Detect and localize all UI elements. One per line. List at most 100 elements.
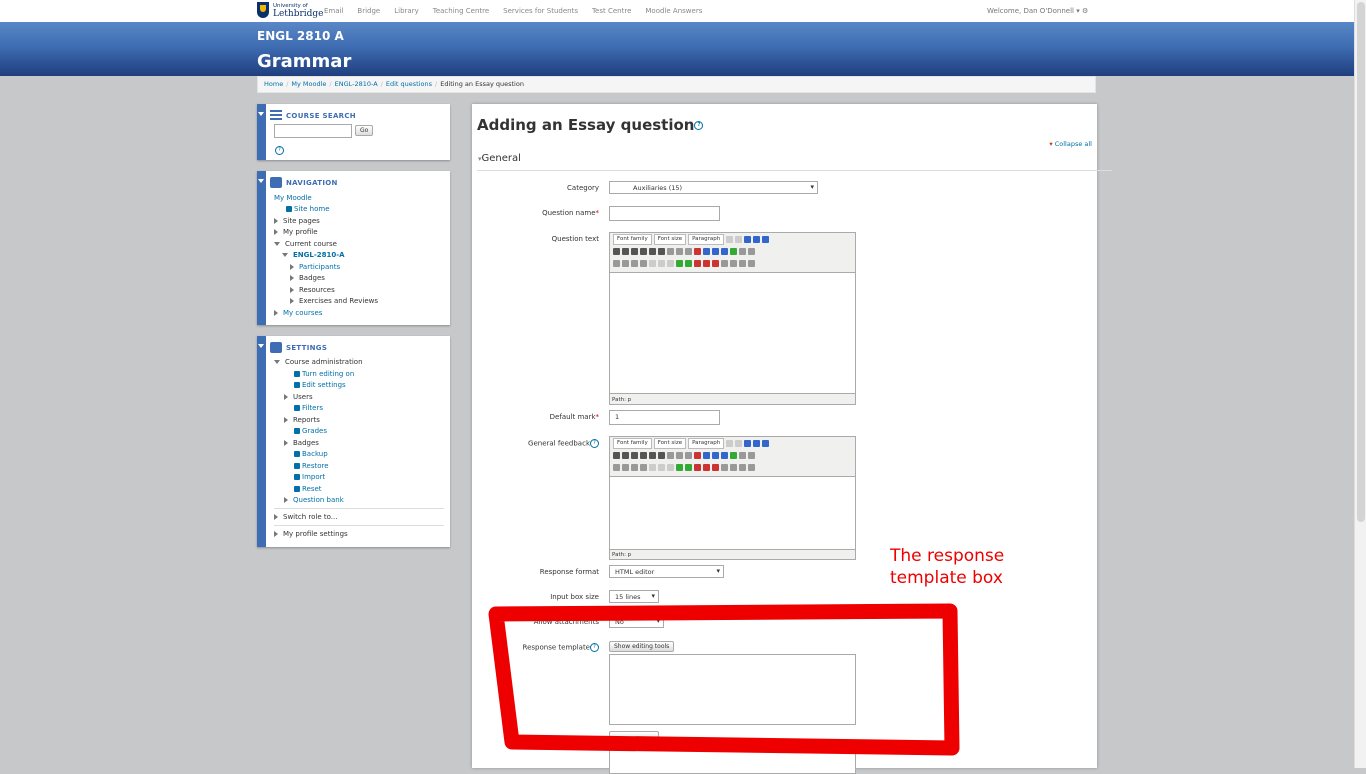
paste-text-icon[interactable]	[703, 451, 710, 459]
special-char-icon[interactable]	[721, 463, 728, 471]
redo-icon[interactable]	[735, 439, 743, 447]
emoticon-icon[interactable]	[685, 463, 692, 471]
settings-backup[interactable]: Backup	[294, 450, 328, 458]
response-template-textarea[interactable]	[609, 654, 856, 725]
nav-my-moodle[interactable]: My Moodle	[274, 194, 312, 202]
unlink-icon[interactable]	[658, 259, 665, 267]
settings-badges[interactable]: Badges	[284, 439, 319, 447]
anchor-icon[interactable]	[667, 259, 674, 267]
outdent-icon[interactable]	[631, 463, 638, 471]
nav-site-home[interactable]: Site home	[286, 205, 330, 213]
clear-format-icon[interactable]	[694, 451, 701, 459]
nav-badges[interactable]: Badges	[290, 274, 325, 282]
course-search-input[interactable]	[274, 124, 352, 138]
question-text-area[interactable]	[610, 272, 855, 394]
settings-import[interactable]: Import	[294, 473, 325, 481]
rtl-icon[interactable]	[748, 451, 755, 459]
bullet-list-icon[interactable]	[613, 463, 620, 471]
undo-icon[interactable]	[726, 235, 734, 243]
nav-library[interactable]: Library	[394, 7, 418, 15]
fullscreen-icon[interactable]	[762, 439, 770, 447]
nav-resources[interactable]: Resources	[290, 286, 335, 294]
textarea-below[interactable]	[609, 744, 856, 774]
help-icon[interactable]: ?	[275, 146, 284, 155]
spellcheck-icon[interactable]	[739, 259, 746, 267]
breadcrumb-course[interactable]: ENGL-2810-A	[335, 80, 378, 88]
image-icon[interactable]	[676, 463, 683, 471]
background-color-icon[interactable]	[730, 247, 737, 255]
link-icon[interactable]	[649, 259, 656, 267]
user-menu[interactable]: Welcome, Dan O'Donnell ▾ ⚙	[987, 7, 1088, 15]
replace-icon[interactable]	[753, 235, 761, 243]
clear-format-icon[interactable]	[694, 247, 701, 255]
media-icon[interactable]	[694, 259, 701, 267]
bullet-list-icon[interactable]	[613, 259, 620, 267]
ltr-icon[interactable]	[739, 247, 746, 255]
text-color-icon[interactable]	[721, 247, 728, 255]
settings-filters[interactable]: Filters	[294, 404, 323, 412]
superscript-icon[interactable]	[658, 247, 665, 255]
nav-services[interactable]: Services for Students	[503, 7, 578, 15]
align-center-icon[interactable]	[676, 247, 683, 255]
replace-icon[interactable]	[753, 439, 761, 447]
text-color-icon[interactable]	[721, 451, 728, 459]
settings-my-profile[interactable]: My profile settings	[274, 530, 348, 538]
find-icon[interactable]	[744, 235, 752, 243]
ltr-icon[interactable]	[739, 451, 746, 459]
underline-icon[interactable]	[631, 247, 638, 255]
html-icon[interactable]	[748, 259, 755, 267]
strikethrough-icon[interactable]	[640, 451, 647, 459]
collapse-caret-icon[interactable]	[258, 112, 264, 116]
outdent-icon[interactable]	[631, 259, 638, 267]
nolink-icon[interactable]	[712, 463, 719, 471]
superscript-icon[interactable]	[658, 451, 665, 459]
subscript-icon[interactable]	[649, 247, 656, 255]
scrollbar-thumb[interactable]	[1357, 2, 1365, 522]
find-icon[interactable]	[744, 439, 752, 447]
redo-icon[interactable]	[735, 235, 743, 243]
breadcrumb-edit-questions[interactable]: Edit questions	[386, 80, 432, 88]
fullscreen-icon[interactable]	[762, 235, 770, 243]
collapse-caret-icon[interactable]	[258, 179, 264, 183]
background-color-icon[interactable]	[730, 451, 737, 459]
collapse-caret-icon[interactable]	[258, 344, 264, 348]
response-format-select[interactable]: HTML editor	[609, 565, 724, 578]
breadcrumb-my-moodle[interactable]: My Moodle	[291, 80, 326, 88]
table-icon[interactable]	[730, 259, 737, 267]
undo-icon[interactable]	[726, 439, 734, 447]
italic-icon[interactable]	[622, 247, 629, 255]
special-char-icon[interactable]	[721, 259, 728, 267]
go-button[interactable]: Go	[355, 125, 374, 136]
align-left-icon[interactable]	[667, 451, 674, 459]
settings-switch-role[interactable]: Switch role to...	[274, 513, 337, 521]
help-icon[interactable]: ?	[694, 121, 704, 130]
question-name-input[interactable]	[609, 206, 720, 221]
paste-text-icon[interactable]	[703, 247, 710, 255]
equation-icon[interactable]	[703, 259, 710, 267]
equation-icon[interactable]	[703, 463, 710, 471]
font-size-select[interactable]: Font size	[653, 437, 687, 449]
nav-moodle-answers[interactable]: Moodle Answers	[645, 7, 702, 15]
paste-word-icon[interactable]	[712, 451, 719, 459]
settings-users[interactable]: Users	[284, 393, 313, 401]
default-mark-input[interactable]: 1	[609, 410, 720, 425]
indent-icon[interactable]	[640, 259, 647, 267]
anchor-icon[interactable]	[667, 463, 674, 471]
page-scrollbar[interactable]	[1354, 0, 1366, 768]
nav-email[interactable]: Email	[324, 7, 343, 15]
image-icon[interactable]	[676, 259, 683, 267]
font-family-select[interactable]: Font family	[613, 233, 652, 245]
html-icon[interactable]	[748, 463, 755, 471]
underline-icon[interactable]	[631, 451, 638, 459]
unlink-icon[interactable]	[658, 463, 665, 471]
table-icon[interactable]	[730, 463, 737, 471]
nav-bridge[interactable]: Bridge	[357, 7, 380, 15]
numbered-list-icon[interactable]	[622, 463, 629, 471]
collapse-all-link[interactable]: ▾ Collapse all	[1049, 140, 1092, 148]
indent-icon[interactable]	[640, 463, 647, 471]
spellcheck-icon[interactable]	[739, 463, 746, 471]
help-icon[interactable]: ?	[590, 643, 599, 652]
general-section-header[interactable]: ▾General	[478, 153, 521, 164]
align-right-icon[interactable]	[685, 451, 692, 459]
subscript-icon[interactable]	[649, 451, 656, 459]
